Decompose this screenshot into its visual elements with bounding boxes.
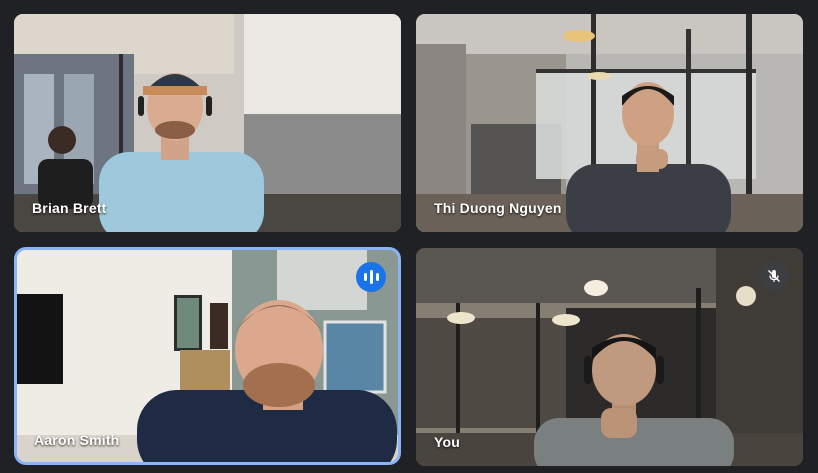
- participant-name: Thi Duong Nguyen: [434, 200, 562, 216]
- participant-name: Brian Brett: [32, 200, 107, 216]
- participant-tile-aaron-smith[interactable]: Aaron Smith: [17, 250, 398, 462]
- participant-tile-brian-brett[interactable]: Brian Brett: [14, 14, 401, 232]
- video-feed: [416, 248, 803, 466]
- mic-off-icon: [767, 269, 781, 283]
- video-feed: [17, 250, 398, 462]
- speaking-indicator: [356, 262, 386, 292]
- participant-name: Aaron Smith: [34, 432, 120, 448]
- participant-name: You: [434, 434, 461, 450]
- video-grid: Brian Brett Thi Duong Nguyen Aaron Smith…: [0, 0, 818, 473]
- participant-tile-you[interactable]: You: [416, 248, 803, 466]
- mute-indicator: [759, 261, 789, 291]
- audio-level-icon: [362, 270, 380, 284]
- participant-tile-thi-duong-nguyen[interactable]: Thi Duong Nguyen: [416, 14, 803, 232]
